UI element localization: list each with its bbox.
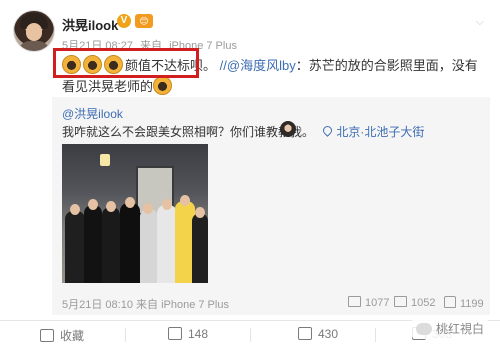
- repost-source-prefix: 来自: [136, 299, 158, 311]
- photo-lamp: [100, 154, 110, 166]
- repost-meta: 5月21日 08:10 来自 iPhone 7 Plus: [62, 296, 229, 312]
- toolbar-separator: [375, 328, 376, 342]
- repost-body: 我咋就这么不会跟美女照相啊？你们谁教教我。: [62, 125, 315, 139]
- mention-link[interactable]: @海度风lby: [227, 58, 296, 73]
- repost-icon: [348, 296, 361, 307]
- avatar[interactable]: [13, 10, 55, 52]
- repost-card[interactable]: @洪晃ilook 我咋就这么不会跟美女照相啊？你们谁教教我。 北京·北池子大街 …: [52, 97, 490, 315]
- repost-count: 148: [188, 327, 209, 341]
- photo-person: [84, 205, 102, 283]
- photo-head: [180, 195, 190, 206]
- photo-person: [102, 207, 120, 283]
- location-pin-icon: [321, 124, 335, 137]
- comment-count: 430: [318, 327, 339, 341]
- group-photo[interactable]: [62, 144, 208, 283]
- photo-head: [106, 201, 116, 212]
- photo-head: [162, 199, 172, 210]
- avatar-body: [18, 41, 50, 51]
- watermark-text: 桃红視白: [435, 322, 484, 336]
- photo-person: [120, 203, 140, 283]
- repost-button[interactable]: 148: [168, 327, 208, 341]
- repost-like-count: 1199: [460, 298, 484, 310]
- favorite-button[interactable]: 收藏: [40, 327, 84, 344]
- wechat-icon: [415, 323, 432, 335]
- photo-person: [65, 211, 85, 283]
- comment-icon: [298, 327, 312, 340]
- photo-head: [88, 199, 98, 210]
- repost-slash: //: [219, 58, 227, 73]
- favorite-label: 收藏: [60, 329, 85, 343]
- photo-person: [192, 213, 208, 283]
- avatar-face: [26, 23, 42, 41]
- repost-text: @洪晃ilook 我咋就这么不会跟美女照相啊？你们谁教教我。 北京·北池子大街: [62, 105, 482, 141]
- repost-device: iPhone 7 Plus: [161, 299, 229, 311]
- photo-head: [70, 204, 80, 215]
- comment-icon: [394, 296, 407, 307]
- location-text: 北京·北池子大街: [336, 125, 425, 139]
- thumbs-up-icon: [444, 296, 456, 308]
- repost-icon: [168, 327, 182, 340]
- photo-person: [140, 209, 158, 283]
- repost-comment-count: 1052: [411, 297, 436, 309]
- mini-avatar-icon: [280, 121, 296, 137]
- star-icon: [40, 329, 54, 342]
- location-link[interactable]: 北京·北池子大街: [317, 124, 425, 139]
- repost-footer: 5月21日 08:10 来自 iPhone 7 Plus 1077 1052 1…: [52, 296, 490, 312]
- highlight-box: [53, 48, 199, 78]
- verified-badge-icon: V: [117, 14, 131, 28]
- comment-button[interactable]: 430: [298, 327, 338, 341]
- watermark: 桃红視白: [411, 318, 488, 339]
- toolbar-separator: [125, 328, 126, 342]
- photo-person: [157, 205, 177, 283]
- repost-mention[interactable]: @洪晃ilook: [62, 107, 123, 121]
- repost-repost-button[interactable]: 1077: [348, 296, 389, 309]
- repost-time[interactable]: 5月21日 08:10: [62, 299, 133, 311]
- repost-comment-button[interactable]: 1052: [394, 296, 435, 309]
- chevron-down-icon[interactable]: ⌵: [476, 16, 484, 29]
- sad-emoji-icon: [153, 76, 173, 95]
- toolbar-separator: [250, 328, 251, 342]
- photo-head: [195, 207, 205, 218]
- photo-head: [125, 197, 135, 208]
- level-badge-icon: 😊: [135, 14, 153, 28]
- repost-like-button[interactable]: 1199: [444, 296, 484, 310]
- username[interactable]: 洪晃ilook: [62, 15, 118, 34]
- photo-head: [143, 203, 153, 214]
- repost-repost-count: 1077: [365, 297, 390, 309]
